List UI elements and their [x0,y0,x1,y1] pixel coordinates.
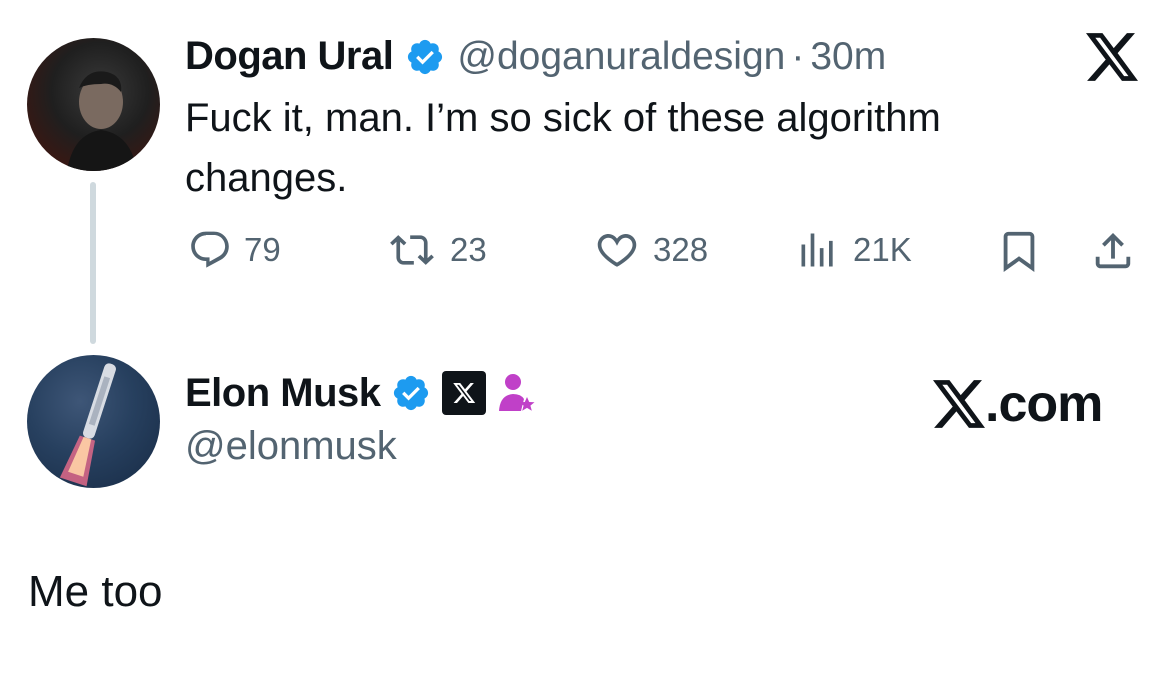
author-handle[interactable]: @doganuraldesign [457,35,785,79]
x-affiliate-badge-icon [441,371,486,415]
tweet-time[interactable]: 30m [810,35,886,79]
avatar-dogan-ural[interactable] [27,38,160,171]
reply-author-handle[interactable]: @elonmusk [185,424,397,469]
reply-button[interactable]: 79 [188,228,281,272]
retweet-button[interactable]: 23 [386,228,487,272]
x-logo-icon [933,380,985,428]
header-separator: · [791,34,805,78]
thread-connector-line [90,182,96,344]
views-icon [801,233,833,267]
affiliate-person-icon [498,374,535,411]
avatar-portrait-image [67,71,137,171]
avatar-elon-musk[interactable] [27,355,160,488]
verified-badge-icon [393,375,428,411]
tweet-text: Fuck it, man. I’m so sick of these algor… [185,96,941,200]
reply-author-name[interactable]: Elon Musk [185,371,381,416]
retweet-count: 23 [450,231,487,268]
tweet-header: Dogan Ural @doganuraldesign · 30m [185,34,886,79]
like-count: 328 [653,231,709,268]
reply-count: 79 [244,231,281,268]
avatar-rocket-image [59,363,116,487]
like-button[interactable]: 328 [593,228,708,272]
bookmark-icon[interactable] [996,228,1042,274]
reply-icon [191,231,229,268]
watermark-text: .com [985,375,1103,433]
views-button[interactable]: 21K [795,228,912,272]
like-icon [597,234,637,267]
verified-badge-icon [408,39,443,74]
retweet-icon [390,235,434,265]
reply-header: Elon Musk [185,370,537,416]
views-count: 21K [853,231,912,268]
author-name[interactable]: Dogan Ural [185,34,394,79]
watermark: .com [933,374,1103,434]
reply-text: Me too [28,567,163,616]
x-logo-icon [1086,33,1138,81]
share-icon[interactable] [1090,228,1136,274]
